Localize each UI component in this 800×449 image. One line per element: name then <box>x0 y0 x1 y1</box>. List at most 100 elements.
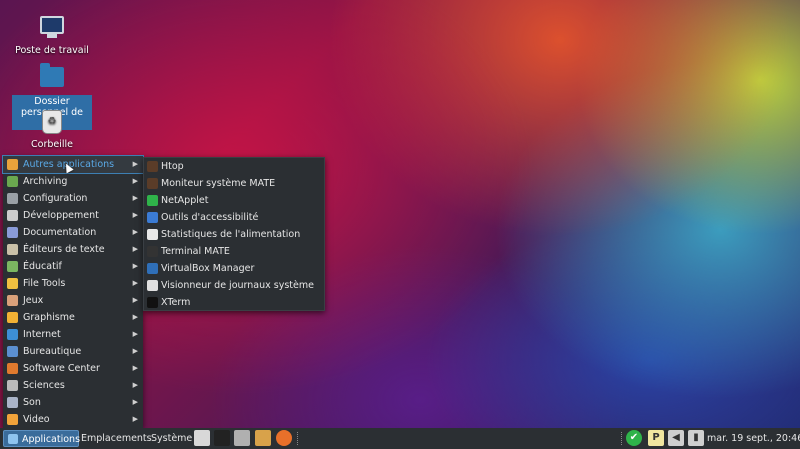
submenu-item-label: Moniteur système MATE <box>161 178 276 189</box>
settings-launcher[interactable] <box>234 430 250 446</box>
submenu-arrow-icon: ▶ <box>132 279 138 287</box>
submenu-arrow-icon: ▶ <box>132 347 138 355</box>
development-icon <box>7 210 18 221</box>
submenu-item-label: XTerm <box>161 297 191 308</box>
menu-item-education[interactable]: Éducatif ▶ <box>3 258 143 275</box>
submenu-item-accessibility[interactable]: Outils d'accessibilité <box>144 209 324 226</box>
applications-label: Applications <box>22 434 81 445</box>
submenu-item-label: Htop <box>161 161 184 172</box>
menu-item-label: Video <box>23 414 50 425</box>
submenu-arrow-icon: ▶ <box>132 398 138 406</box>
submenu-item-htop[interactable]: Htop <box>144 158 324 175</box>
submenu-item-power-stats[interactable]: Statistiques de l'alimentation <box>144 226 324 243</box>
menu-item-internet[interactable]: Internet ▶ <box>3 326 143 343</box>
other-applications-submenu: Htop Moniteur système MATE NetApplet Outils… <box>143 157 325 311</box>
menu-item-video[interactable]: Video ▶ <box>3 411 143 428</box>
terminal-icon <box>147 246 158 257</box>
menu-item-label: Internet <box>23 329 61 340</box>
submenu-arrow-icon: ▶ <box>132 160 138 168</box>
panel-separator <box>621 432 624 445</box>
menu-item-games[interactable]: Jeux ▶ <box>3 292 143 309</box>
education-icon <box>7 261 18 272</box>
internet-icon <box>7 329 18 340</box>
submenu-arrow-icon: ▶ <box>132 177 138 185</box>
submenu-arrow-icon: ▶ <box>132 228 138 236</box>
menu-item-label: Éditeurs de texte <box>23 244 105 255</box>
menu-item-label: File Tools <box>23 278 66 289</box>
menu-item-science[interactable]: Sciences ▶ <box>3 377 143 394</box>
submenu-arrow-icon: ▶ <box>132 313 138 321</box>
system-monitor-icon <box>147 178 158 189</box>
mate-logo-icon <box>8 434 18 444</box>
applications-menu: Autres applications ▶ Archiving ▶ Configurat… <box>2 155 144 428</box>
submenu-item-label: Terminal MATE <box>161 246 230 257</box>
desktop-icon-computer[interactable]: Poste de travail <box>10 14 94 57</box>
menu-item-settings[interactable]: Configuration ▶ <box>3 190 143 207</box>
volume-icon[interactable]: ◀ <box>668 430 684 446</box>
places-menu-button[interactable]: Emplacements <box>81 430 152 447</box>
menu-item-label: Développement <box>23 210 99 221</box>
archive-icon <box>7 176 18 187</box>
menu-item-graphics[interactable]: Graphisme ▶ <box>3 309 143 326</box>
home-folder-icon <box>39 63 65 93</box>
desktop-icon-label: Poste de travail <box>15 45 89 56</box>
clock[interactable]: mar. 19 sept., 20:46 <box>707 430 800 447</box>
menu-item-software-center[interactable]: Software Center ▶ <box>3 360 143 377</box>
text-editor-icon <box>7 244 18 255</box>
package-launcher[interactable] <box>255 430 271 446</box>
accessibility-icon <box>147 212 158 223</box>
menu-item-documentation[interactable]: Documentation ▶ <box>3 224 143 241</box>
documentation-icon <box>7 227 18 238</box>
menu-item-archive[interactable]: Archiving ▶ <box>3 173 143 190</box>
submenu-item-terminal[interactable]: Terminal MATE <box>144 243 324 260</box>
desktop-icon-trash[interactable]: ♻ Corbeille <box>10 110 94 151</box>
settings-icon <box>7 193 18 204</box>
menu-item-text-editor[interactable]: Éditeurs de texte ▶ <box>3 241 143 258</box>
submenu-item-log-viewer[interactable]: Visionneur de journaux système <box>144 277 324 294</box>
submenu-arrow-icon: ▶ <box>132 296 138 304</box>
graphics-icon <box>7 312 18 323</box>
applications-menu-button[interactable]: Applications <box>3 430 81 447</box>
menu-item-office[interactable]: Bureautique ▶ <box>3 343 143 360</box>
menu-item-label: Software Center <box>23 363 100 374</box>
sound-icon <box>7 397 18 408</box>
menu-item-file-tools[interactable]: File Tools ▶ <box>3 275 143 292</box>
submenu-arrow-icon: ▶ <box>132 194 138 202</box>
submenu-item-system-monitor[interactable]: Moniteur système MATE <box>144 175 324 192</box>
menu-item-label: Archiving <box>23 176 68 187</box>
submenu-item-virtualbox[interactable]: VirtualBox Manager <box>144 260 324 277</box>
submenu-item-label: Visionneur de journaux système <box>161 280 314 291</box>
submenu-item-label: Outils d'accessibilité <box>161 212 259 223</box>
terminal-launcher[interactable] <box>214 430 230 446</box>
submenu-arrow-icon: ▶ <box>132 211 138 219</box>
text-editor-launcher[interactable] <box>194 430 210 446</box>
menu-item-label: Éducatif <box>23 261 62 272</box>
htop-icon <box>147 161 158 172</box>
desktop-icon-label: Corbeille <box>31 139 73 150</box>
menu-item-development[interactable]: Développement ▶ <box>3 207 143 224</box>
panel-separator <box>297 432 300 445</box>
network-icon[interactable]: ✔ <box>626 430 642 446</box>
menu-item-sound[interactable]: Son ▶ <box>3 394 143 411</box>
menu-item-other-apps[interactable]: Autres applications ▶ <box>2 155 144 174</box>
menu-item-label: Configuration <box>23 193 88 204</box>
submenu-arrow-icon: ▶ <box>132 330 138 338</box>
battery-icon[interactable]: ▮ <box>688 430 704 446</box>
submenu-item-netapplet[interactable]: NetApplet <box>144 192 324 209</box>
firefox-launcher[interactable] <box>276 430 292 446</box>
system-menu-button[interactable]: Système <box>151 430 192 447</box>
trash-icon: ♻ <box>39 110 65 136</box>
submenu-item-xterm[interactable]: XTerm <box>144 294 324 311</box>
submenu-arrow-icon: ▶ <box>132 415 138 423</box>
log-viewer-icon <box>147 280 158 291</box>
power-stats-icon <box>147 229 158 240</box>
submenu-item-label: NetApplet <box>161 195 209 206</box>
menu-item-label: Graphisme <box>23 312 75 323</box>
other-apps-icon <box>7 159 18 170</box>
keyboard-layout-icon[interactable]: P <box>648 430 664 446</box>
submenu-arrow-icon: ▶ <box>132 245 138 253</box>
menu-item-label: Bureautique <box>23 346 82 357</box>
file-tools-icon <box>7 278 18 289</box>
video-icon <box>7 414 18 425</box>
menu-item-label: Sciences <box>23 380 65 391</box>
